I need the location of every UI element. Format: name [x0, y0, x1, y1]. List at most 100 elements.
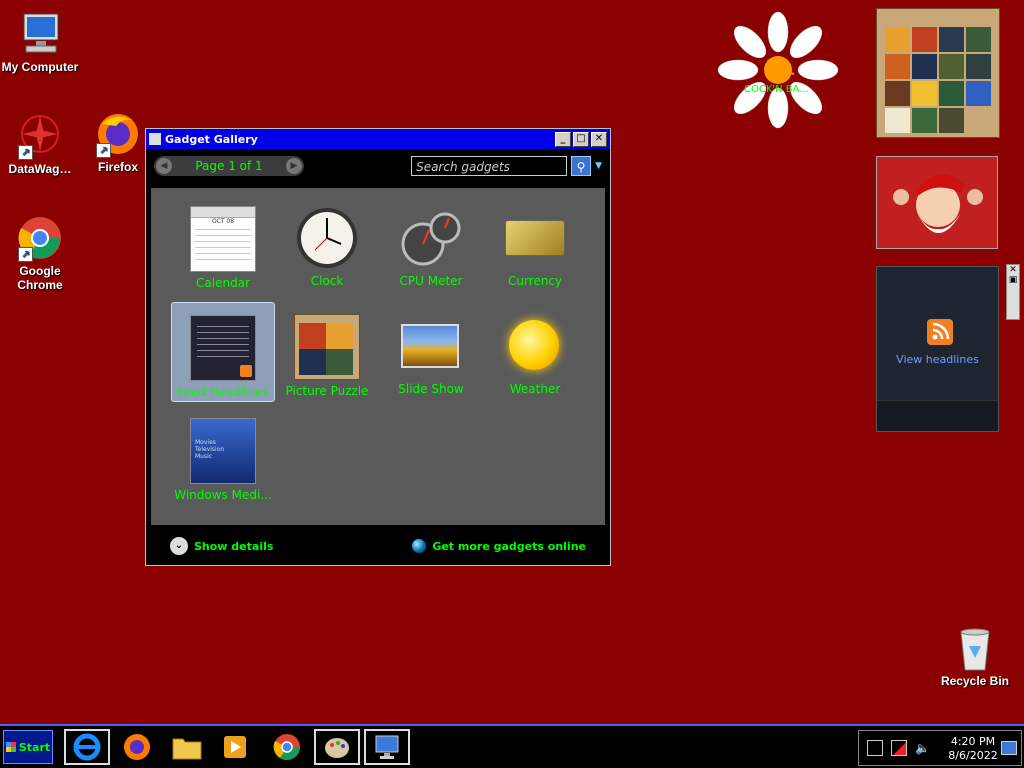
slideshow-icon	[399, 314, 463, 378]
gadget-currency[interactable]: Currency	[483, 194, 587, 294]
gadget-name: Weather	[509, 382, 561, 396]
maximize-button[interactable]: □	[573, 131, 589, 147]
get-more-gadgets-link[interactable]: Get more gadgets online	[412, 539, 586, 553]
gadget-grid: OCT 08 Calendar Clock CPU Meter Currency	[151, 188, 605, 525]
folder-icon	[172, 738, 202, 760]
show-details-label: Show details	[194, 539, 274, 553]
picture-puzzle-gadget[interactable]	[876, 8, 1000, 138]
rss-icon	[927, 319, 953, 345]
gallery-app-icon	[149, 133, 161, 145]
ie-icon	[73, 733, 101, 761]
feed-headlines-gadget[interactable]: View headlines	[876, 266, 999, 432]
taskbar-paint[interactable]	[314, 729, 360, 765]
globe-icon	[412, 539, 427, 553]
computer-icon	[16, 10, 64, 58]
taskbar-media-player[interactable]	[212, 729, 258, 765]
calendar-month: OCT 08	[211, 218, 235, 225]
gadget-name: Picture Puzzle	[285, 384, 369, 398]
gallery-toolbar: ◀ Page 1 of 1 ▶ Search gadgets ⚲ ▼	[146, 149, 610, 183]
media-player-icon	[224, 736, 246, 758]
gadget-weather[interactable]: Weather	[483, 302, 587, 402]
page-label: Page 1 of 1	[195, 159, 263, 173]
taskbar-explorer[interactable]	[164, 729, 210, 765]
desktop-icon-recycle-bin[interactable]: Recycle Bin	[935, 624, 1015, 688]
clock-date: 8/6/2022	[948, 749, 998, 762]
gadget-name: Feed Headlines	[177, 385, 269, 399]
clock-gadget-text: COCK'N BA...	[744, 84, 809, 95]
shortcut-arrow-icon: ↗	[18, 247, 33, 262]
options-icon[interactable]: ▣	[1007, 275, 1019, 285]
shortcut-arrow-icon: ↗	[18, 145, 33, 160]
start-button[interactable]: Start	[3, 730, 53, 764]
taskbar-firefox[interactable]	[114, 729, 160, 765]
gadget-slide-show[interactable]: Slide Show	[379, 302, 483, 402]
taskbar: Start 🔈 4:20 PM 8/6/2022	[0, 724, 1024, 768]
gadget-windows-media-center[interactable]: Movies Television Music Windows Medi...	[171, 406, 275, 506]
gadget-calendar[interactable]: OCT 08 Calendar	[171, 194, 275, 294]
volume-icon[interactable]: 🔈	[915, 741, 930, 755]
gadget-name: Windows Medi...	[174, 488, 272, 502]
media-line-television: Television	[195, 446, 225, 453]
chrome-icon	[273, 734, 301, 761]
media-line-music: Music	[195, 453, 213, 460]
puzzle-grid	[885, 27, 991, 133]
firefox-icon	[124, 734, 150, 760]
taskbar-display[interactable]	[364, 729, 410, 765]
cpu-meter-icon	[399, 206, 463, 270]
desktop-icon-datawag[interactable]: ↗ DataWag…	[0, 112, 80, 176]
gallery-footer: ⌄ Show details Get more gadgets online	[146, 527, 610, 565]
feed-icon	[190, 315, 256, 381]
paint-icon	[325, 738, 349, 758]
show-details-button[interactable]: ⌄ Show details	[170, 537, 273, 555]
tray-clock[interactable]: 4:20 PM 8/6/2022	[945, 735, 1001, 763]
title-bar[interactable]: Gadget Gallery _ □ ✕	[146, 129, 610, 149]
chrome-icon: ↗	[16, 214, 64, 262]
window-title: Gadget Gallery	[165, 132, 258, 146]
network-icon[interactable]	[867, 740, 883, 756]
sun-icon	[503, 314, 567, 378]
clock-icon	[295, 206, 359, 270]
taskbar-chrome[interactable]	[264, 729, 310, 765]
pager: ◀ Page 1 of 1 ▶	[154, 156, 304, 176]
system-tray: 🔈 4:20 PM 8/6/2022	[858, 730, 1022, 766]
currency-icon	[503, 206, 567, 270]
show-desktop-icon[interactable]	[1001, 741, 1017, 755]
close-button[interactable]: ✕	[591, 131, 607, 147]
chevron-down-icon[interactable]: ▼	[595, 161, 602, 171]
chevron-down-icon: ⌄	[170, 537, 188, 555]
action-center-icon[interactable]	[891, 740, 907, 756]
gadget-picture-puzzle[interactable]: Picture Puzzle	[275, 302, 379, 402]
desktop-icon-label: DataWag…	[8, 162, 72, 176]
desktop-icon-my-computer[interactable]: My Computer	[0, 10, 80, 74]
flower-clock-icon	[717, 11, 839, 129]
get-more-label: Get more gadgets online	[432, 539, 586, 553]
gadget-name: Currency	[507, 274, 563, 288]
desktop-icon-label: Google Chrome	[17, 264, 63, 292]
prev-page-button[interactable]: ◀	[156, 158, 172, 174]
desktop-icon-chrome[interactable]: ↗ Google Chrome	[0, 214, 80, 292]
firefox-icon: ↗	[94, 110, 142, 158]
gadget-cpu-meter[interactable]: CPU Meter	[379, 194, 483, 294]
slide-show-gadget[interactable]	[876, 156, 998, 249]
gadget-clock[interactable]: Clock	[275, 194, 379, 294]
flower-clock-gadget[interactable]: COCK'N BA...	[716, 10, 840, 130]
search-input[interactable]: Search gadgets	[411, 156, 568, 176]
gadget-gallery-window: Gadget Gallery _ □ ✕ ◀ Page 1 of 1 ▶ Sea…	[145, 128, 611, 566]
next-page-button[interactable]: ▶	[286, 158, 302, 174]
desktop-icon-label: My Computer	[1, 60, 79, 74]
gadget-handle[interactable]: ✕ ▣	[1006, 264, 1020, 320]
search-icon[interactable]: ⚲	[571, 156, 592, 176]
minimize-button[interactable]: _	[555, 131, 571, 147]
clock-time: 4:20 PM	[950, 735, 996, 748]
puzzle-icon	[294, 314, 360, 380]
taskbar-ie[interactable]	[64, 729, 110, 765]
view-headlines-link[interactable]: View headlines	[877, 353, 998, 366]
recycle-bin-icon	[951, 624, 999, 672]
display-icon	[375, 735, 399, 759]
datawag-icon: ↗	[16, 112, 64, 160]
gadget-name: Calendar	[196, 276, 250, 290]
windows-logo-icon	[5, 742, 16, 752]
close-icon[interactable]: ✕	[1007, 265, 1019, 275]
gadget-feed-headlines[interactable]: Feed Headlines	[171, 302, 275, 402]
media-center-icon: Movies Television Music	[190, 418, 256, 484]
